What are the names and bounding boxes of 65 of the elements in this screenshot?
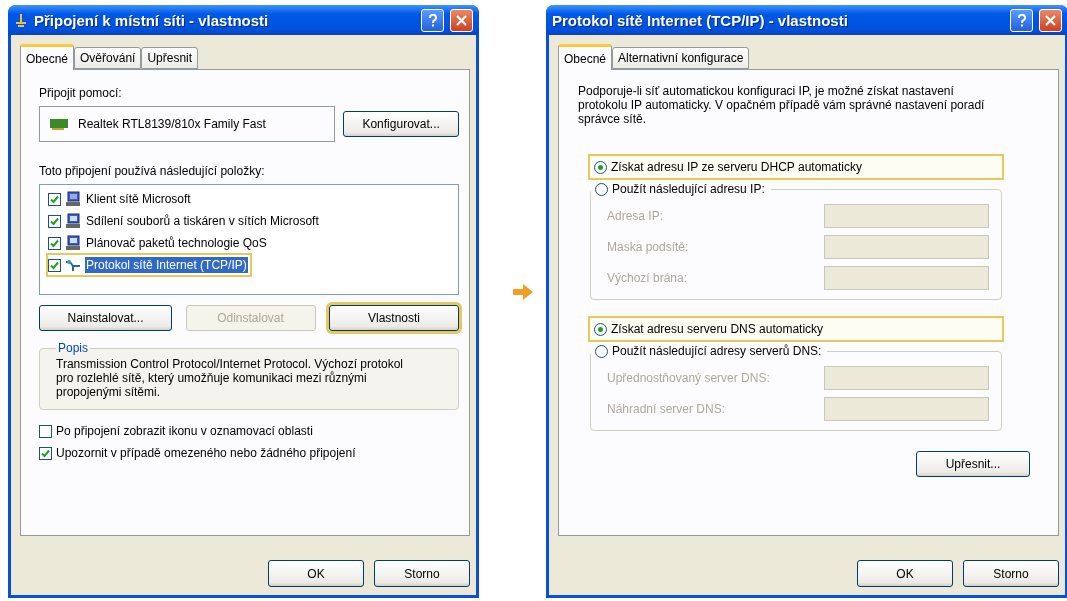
checkbox[interactable]: [39, 446, 52, 460]
radio-button[interactable]: [595, 182, 608, 196]
checkbox[interactable]: [48, 192, 61, 206]
address-field[interactable]: [824, 265, 989, 290]
list-item[interactable]: Klient sítě Microsoft: [48, 189, 194, 209]
adapter-name: Realtek RTL8139/810x Family Fast: [78, 117, 266, 131]
help-button[interactable]: [1010, 8, 1033, 32]
tab[interactable]: Obecné: [558, 44, 613, 70]
address-field[interactable]: [824, 365, 989, 390]
address-field[interactable]: [824, 203, 989, 228]
list-item[interactable]: Plánovač paketů technologie QoS: [48, 233, 270, 253]
radio-button[interactable]: [595, 344, 608, 358]
address-field[interactable]: [824, 234, 989, 259]
description-text: Transmission Control Protocol/Internet Protocol. Výchozí protokol pro rozlehlé sítě, který umožňuje komunikaci mezi různými propojenými sítěmi.: [56, 357, 405, 399]
dialog-button[interactable]: OK: [857, 560, 953, 587]
checkbox-label: Po připojení zobrazit ikonu v oznamovací oblasti: [56, 424, 313, 438]
computer-icon: [65, 191, 81, 207]
checkbox-label: Upozornit v případě omezeného nebo žádného připojení: [56, 446, 356, 460]
radio-button[interactable]: [594, 160, 607, 174]
radio-button[interactable]: [594, 322, 607, 336]
advanced-button[interactable]: Upřesnit...: [916, 451, 1030, 477]
network-card-icon: [50, 118, 68, 130]
list-item[interactable]: Sdílení souborů a tiskáren v sítích Microsoft: [48, 211, 322, 231]
field-label: Maska podsítě:: [607, 239, 689, 254]
checkbox[interactable]: [48, 258, 61, 272]
network-protocol-icon: [65, 257, 81, 273]
close-button[interactable]: [450, 8, 473, 32]
tab[interactable]: Obecné: [20, 44, 75, 70]
tab[interactable]: Alternativní konfigurace: [612, 47, 750, 69]
checkbox[interactable]: [39, 424, 52, 438]
field-label: Výchozí brána:: [607, 270, 688, 285]
close-icon: [1045, 14, 1056, 26]
network-icon: [14, 13, 28, 27]
radio-option[interactable]: Použít následující adresu IP:: [591, 178, 771, 200]
configure-button[interactable]: Konfigurovat...: [343, 111, 459, 137]
arrow-right-icon: [513, 284, 533, 300]
field-label: Upřednostňovaný server DNS:: [607, 370, 770, 385]
group-legend: Popis: [56, 341, 91, 355]
dialog-button[interactable]: Storno: [374, 560, 470, 587]
dialog-button[interactable]: Storno: [963, 560, 1059, 587]
computer-icon: [65, 235, 81, 251]
list-label: Toto připojení používá následující položky:: [39, 164, 265, 178]
computer-icon: [65, 213, 81, 229]
field-label: Náhradní server DNS:: [607, 401, 726, 416]
radio-option[interactable]: Získat adresu serveru DNS automaticky: [590, 318, 1002, 340]
action-button[interactable]: Nainstalovat...: [39, 305, 172, 331]
question-mark-icon: [1016, 13, 1027, 27]
field-label: Adresa IP:: [607, 208, 664, 223]
intro-text: Podporuje-li síť automatickou konfiguraci IP, je možné získat nastavení protokolu IP automaticky. V opačném případě vám správné nastavení poradí správce sítě.: [578, 84, 986, 126]
address-field[interactable]: [824, 396, 989, 421]
close-icon: [456, 14, 467, 26]
action-button[interactable]: Vlastnosti: [329, 305, 459, 331]
field-label: Připojit pomocí:: [39, 86, 123, 100]
help-button[interactable]: [421, 8, 444, 32]
checkbox[interactable]: [48, 214, 61, 228]
tab[interactable]: Ověřování: [74, 47, 142, 69]
radio-option[interactable]: Použít následující adresy serverů DNS:: [591, 340, 828, 362]
close-button[interactable]: [1039, 8, 1062, 32]
window-title: Protokol sítě Internet (TCP/IP) - vlastnosti: [552, 11, 849, 29]
radio-option[interactable]: Získat adresu IP ze serveru DHCP automaticky: [590, 156, 1002, 178]
window-title: Připojení k místní síti - vlastnosti: [34, 11, 270, 29]
tab[interactable]: Upřesnit: [141, 47, 199, 69]
checkbox[interactable]: [48, 236, 61, 250]
dialog-button[interactable]: OK: [268, 560, 364, 587]
question-mark-icon: [427, 13, 438, 27]
